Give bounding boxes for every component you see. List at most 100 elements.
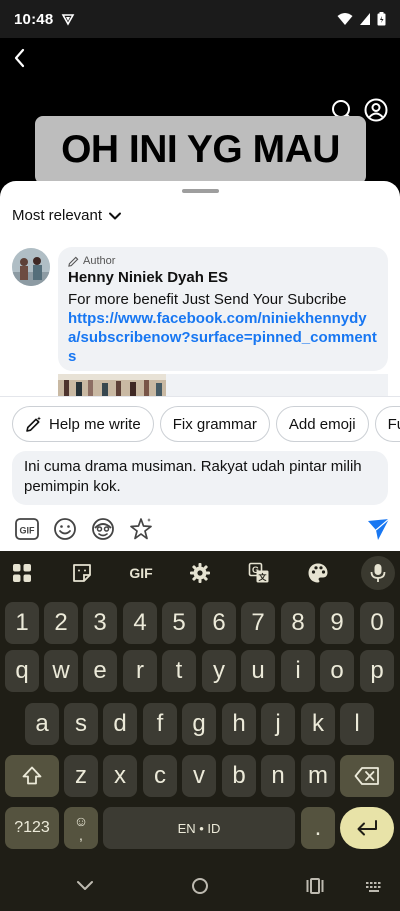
key-b[interactable]: b [222,755,256,797]
key-h[interactable]: h [222,703,256,745]
battery-icon [377,12,386,26]
pinned-comment[interactable]: Author Henny Niniek Dyah ES For more ben… [58,247,388,371]
sticker-icon[interactable] [70,561,94,585]
chevron-down-icon [109,212,122,219]
key-g[interactable]: g [182,703,216,745]
palette-icon[interactable] [306,561,330,585]
key-v[interactable]: v [182,755,216,797]
add-emoji-chip[interactable]: Add emoji [275,406,369,442]
composer-toolbar: GIF [14,515,390,543]
ai-suggestion-chips: Help me write Fix grammar Add emoji Fu [12,406,400,442]
sort-label: Most relevant [12,207,103,224]
gif-key-label: GIF [129,565,153,581]
key-a[interactable]: a [25,703,59,745]
key-n[interactable]: n [261,755,295,797]
key-0[interactable]: 0 [360,602,394,644]
symbols-key[interactable]: ?123 [5,807,59,849]
mic-icon[interactable] [361,556,395,590]
avatar-sticker-icon[interactable] [90,516,116,542]
wifi-icon [337,13,353,25]
status-bar: 10:48 [0,0,400,38]
key-7[interactable]: 7 [241,602,275,644]
comment-text: For more benefit Just Send Your Subcribe [68,291,347,308]
key-o[interactable]: o [320,650,354,692]
key-y[interactable]: y [202,650,236,692]
key-x[interactable]: x [103,755,137,797]
comment-input[interactable]: Ini cuma drama musiman. Rakyat udah pint… [12,451,388,505]
key-l[interactable]: l [340,703,374,745]
key-8[interactable]: 8 [281,602,315,644]
comment-link[interactable]: https://www.facebook.com/niniekhennydya/… [68,309,378,366]
key-3[interactable]: 3 [83,602,117,644]
key-p[interactable]: p [360,650,394,692]
period-key[interactable]: . [301,807,335,849]
key-k[interactable]: k [301,703,335,745]
nav-back-icon[interactable] [75,876,95,896]
author-badge-label: Author [83,255,116,267]
key-u[interactable]: u [241,650,275,692]
emoji-icon[interactable] [52,516,78,542]
key-e[interactable]: e [83,650,117,692]
key-9[interactable]: 9 [320,602,354,644]
translate-icon[interactable]: G 文 [247,561,271,585]
emoji-key-top: ☺ [73,813,89,829]
gif-icon[interactable]: GIF [14,516,40,542]
shift-key[interactable] [5,755,59,797]
keyboard-toolbar: GIF G 文 [0,551,400,595]
key-c[interactable]: c [143,755,177,797]
sort-dropdown[interactable]: Most relevant [12,207,122,224]
key-4[interactable]: 4 [123,602,157,644]
video-area[interactable]: OH INI YG MAU [0,38,400,188]
backspace-key[interactable] [340,755,394,797]
gif-key[interactable]: GIF [127,561,155,585]
key-r[interactable]: r [123,650,157,692]
comment-image[interactable] [58,374,166,396]
navigation-bar [0,861,400,911]
divider [0,396,400,397]
comment-input-value: Ini cuma drama musiman. Rakyat udah pint… [24,458,362,495]
key-2[interactable]: 2 [44,602,78,644]
apps-grid-icon[interactable] [10,561,34,585]
space-key[interactable]: EN • ID [103,807,295,849]
status-time: 10:48 [14,10,54,28]
fix-grammar-label: Fix grammar [172,415,257,433]
key-f[interactable]: f [143,703,177,745]
keyboard-switch-icon[interactable] [364,876,384,896]
help-me-write-chip[interactable]: Help me write [12,406,154,442]
key-d[interactable]: d [103,703,137,745]
key-m[interactable]: m [301,755,335,797]
sparkle-sticker-icon[interactable] [128,516,154,542]
pencil-icon [68,256,79,267]
key-s[interactable]: s [64,703,98,745]
truncated-chip-label: Fu [387,415,400,433]
comma-key-label: , [79,827,83,843]
key-1[interactable]: 1 [5,602,39,644]
nav-recents-icon[interactable] [305,876,325,896]
help-me-write-label: Help me write [49,415,141,433]
key-j[interactable]: j [261,703,295,745]
nav-home-icon[interactable] [190,876,210,896]
key-t[interactable]: t [162,650,196,692]
avatar[interactable] [12,248,50,286]
key-6[interactable]: 6 [202,602,236,644]
svg-text:文: 文 [259,572,268,582]
key-w[interactable]: w [44,650,78,692]
comment-author-name[interactable]: Henny Niniek Dyah ES [68,269,378,286]
truncated-chip[interactable]: Fu [374,406,400,442]
shift-icon [22,766,42,785]
profile-icon[interactable] [364,98,388,122]
fix-grammar-chip[interactable]: Fix grammar [159,406,270,442]
key-q[interactable]: q [5,650,39,692]
send-icon[interactable] [366,517,390,541]
key-i[interactable]: i [281,650,315,692]
add-emoji-label: Add emoji [288,415,356,433]
drag-handle[interactable] [182,189,219,193]
enter-key[interactable] [340,807,394,849]
author-badge: Author [68,255,378,267]
signal-icon [360,13,370,25]
back-icon[interactable] [8,46,32,70]
key-z[interactable]: z [64,755,98,797]
key-5[interactable]: 5 [162,602,196,644]
settings-icon[interactable] [188,561,212,585]
emoji-comma-key[interactable]: ☺ , [64,807,98,849]
